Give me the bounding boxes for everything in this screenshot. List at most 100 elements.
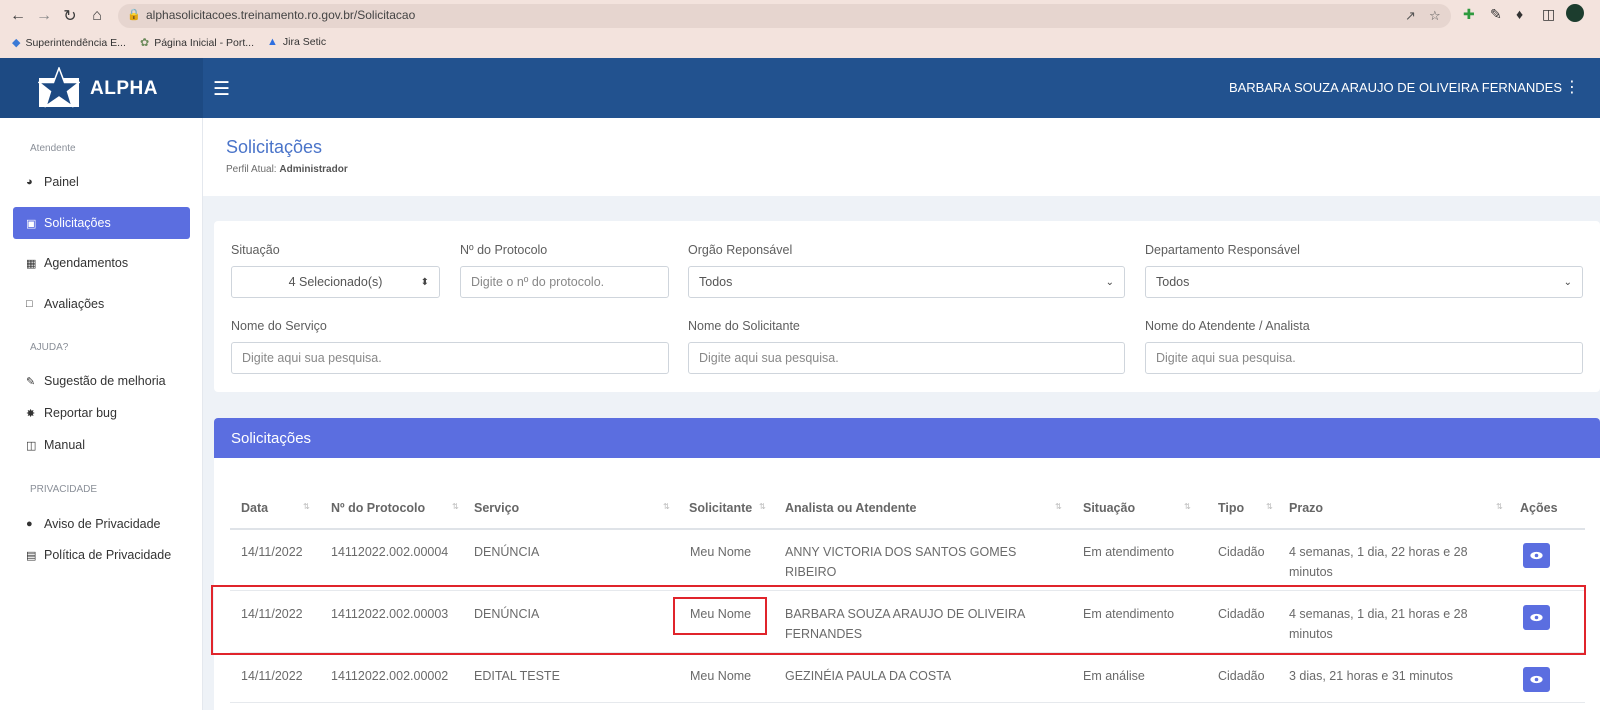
user-name[interactable]: BARBARA SOUZA ARAUJO DE OLIVEIRA FERNAND… xyxy=(1229,80,1562,95)
bookmark-star-icon[interactable]: ☆ xyxy=(1429,8,1441,24)
cell-prazo: 4 semanas, 1 dia, 22 horas e 28 minutos xyxy=(1289,545,1468,579)
filters-card: Situação 4 Selecionado(s) ⬍ Nº do Protoc… xyxy=(214,221,1600,392)
document-icon: ▤ xyxy=(26,549,37,562)
bookmark-item[interactable]: ◆ Superintendência E... xyxy=(12,36,126,50)
profile-avatar-icon[interactable] xyxy=(1566,4,1584,22)
updown-caret-icon: ⬍ xyxy=(420,276,429,288)
clipboard-icon: ▣ xyxy=(26,217,37,230)
servico-label: Nome do Serviço xyxy=(231,319,327,333)
share-icon[interactable]: ↗ xyxy=(1405,8,1416,24)
extension-plus-icon[interactable]: ✚ xyxy=(1463,6,1475,23)
more-options-icon[interactable]: ⋮ xyxy=(1564,77,1580,97)
sidebar-item-avaliacoes[interactable]: □ Avaliações xyxy=(13,288,190,320)
cell-tipo: Cidadão xyxy=(1218,669,1265,683)
sidebar-item-aviso-privacidade[interactable]: ● Aviso de Privacidade xyxy=(13,508,190,540)
highlight-row-box xyxy=(211,585,1586,655)
orgao-select[interactable]: Todos ⌄ xyxy=(688,266,1125,298)
back-icon[interactable]: ← xyxy=(6,4,30,28)
sidebar-item-politica-privacidade[interactable]: ▤ Política de Privacidade xyxy=(13,539,190,571)
sort-icon: ⇅ xyxy=(1496,502,1503,511)
current-profile: Perfil Atual: Administrador xyxy=(226,164,348,175)
sort-icon: ⇅ xyxy=(663,502,670,511)
puzzle-icon[interactable]: ♦ xyxy=(1516,6,1523,22)
view-button[interactable] xyxy=(1523,667,1550,692)
column-header-situacao[interactable]: Situação xyxy=(1083,501,1135,515)
cell-prazo: 3 dias, 21 horas e 31 minutos xyxy=(1289,669,1453,683)
servico-input[interactable]: Digite aqui sua pesquisa. xyxy=(231,342,669,374)
column-header-acoes: Ações xyxy=(1520,501,1558,515)
atendente-input[interactable]: Digite aqui sua pesquisa. xyxy=(1145,342,1583,374)
address-bar[interactable]: 🔒 alphasolicitacoes.treinamento.ro.gov.b… xyxy=(118,4,1451,28)
solicitante-label: Nome do Solicitante xyxy=(688,319,800,333)
view-button[interactable] xyxy=(1523,543,1550,568)
bookmark-item[interactable]: ✿ Página Inicial - Port... xyxy=(140,36,254,50)
bookmark-item[interactable]: ▲ Jira Setic xyxy=(267,36,326,48)
sidebar-item-sugestao[interactable]: ✎ Sugestão de melhoria xyxy=(13,365,190,397)
column-header-analista[interactable]: Analista ou Atendente xyxy=(785,501,917,515)
column-header-prazo[interactable]: Prazo xyxy=(1289,501,1323,515)
eyedropper-icon[interactable]: ✎ xyxy=(1490,6,1502,23)
dashboard-icon: ◕ xyxy=(26,176,33,188)
sidepanel-icon[interactable]: ◫ xyxy=(1542,6,1555,23)
departamento-select[interactable]: Todos ⌄ xyxy=(1145,266,1583,298)
column-header-tipo[interactable]: Tipo xyxy=(1218,501,1244,515)
portal-icon: ✿ xyxy=(140,37,150,49)
edit-icon: ✎ xyxy=(26,375,36,388)
column-header-data[interactable]: Data xyxy=(241,501,268,515)
lock-icon: 🔒 xyxy=(127,9,141,21)
home-icon[interactable]: ⌂ xyxy=(85,4,109,28)
cell-solicitante: Meu Nome xyxy=(690,669,752,683)
sidebar-item-solicitacoes[interactable]: ▣ Solicitações xyxy=(13,207,190,239)
sort-icon: ⇅ xyxy=(1184,502,1191,511)
jira-icon: ▲ xyxy=(267,36,278,48)
solicitante-input[interactable]: Digite aqui sua pesquisa. xyxy=(688,342,1125,374)
protocolo-label: Nº do Protocolo xyxy=(460,243,548,257)
highlight-cell-box xyxy=(673,597,767,635)
column-header-solicitante[interactable]: Solicitante xyxy=(689,501,752,515)
cell-solicitante: Meu Nome xyxy=(690,545,752,559)
cell-protocolo: 14112022.002.00004 xyxy=(331,545,449,559)
requests-table-card: Solicitações Data ⇅ Nº do Protocolo ⇅ Se… xyxy=(214,418,1600,710)
menu-toggle-icon[interactable]: ☰ xyxy=(213,78,230,101)
header-divider xyxy=(230,528,1585,530)
comment-icon: □ xyxy=(26,298,33,310)
sidebar: Atendente ◕ Painel ▣ Solicitações ▦ Agen… xyxy=(0,118,203,710)
cell-situacao: Em análise xyxy=(1083,669,1145,683)
app-header: ALPHA ☰ BARBARA SOUZA ARAUJO DE OLIVEIRA… xyxy=(0,58,1600,118)
sort-icon: ⇅ xyxy=(759,502,766,511)
chevron-down-icon: ⌄ xyxy=(1563,276,1572,288)
row-divider xyxy=(230,702,1585,703)
sidebar-section-title: Atendente xyxy=(30,143,76,154)
sort-icon: ⇅ xyxy=(452,502,459,511)
column-header-servico[interactable]: Serviço xyxy=(474,501,519,515)
protocolo-input[interactable]: Digite o nº do protocolo. xyxy=(460,266,669,298)
cell-analista: ANNY VICTORIA DOS SANTOS GOMES RIBEIRO xyxy=(785,545,1017,579)
column-header-protocolo[interactable]: Nº do Protocolo xyxy=(331,501,425,515)
book-icon: ◫ xyxy=(26,439,37,452)
sort-icon: ⇅ xyxy=(1055,502,1062,511)
calendar-icon: ▦ xyxy=(26,257,37,270)
cell-data: 14/11/2022 xyxy=(241,669,303,683)
browser-chrome: ← → ↻ ⌂ 🔒 alphasolicitacoes.treinamento.… xyxy=(0,0,1600,58)
reload-icon[interactable]: ↻ xyxy=(58,4,82,28)
sidebar-item-agendamentos[interactable]: ▦ Agendamentos xyxy=(13,247,190,279)
brand-logo[interactable]: ALPHA xyxy=(0,58,203,118)
page-header: Solicitações Perfil Atual: Administrador xyxy=(203,118,1600,196)
sidebar-section-title: AJUDA? xyxy=(30,342,69,353)
situacao-label: Situação xyxy=(231,243,280,257)
sidebar-item-manual[interactable]: ◫ Manual xyxy=(13,429,190,461)
forward-icon[interactable]: → xyxy=(32,4,56,28)
cell-servico: DENÚNCIA xyxy=(474,545,540,559)
page-title: Solicitações xyxy=(226,137,323,157)
cell-tipo: Cidadão xyxy=(1218,545,1265,559)
sidebar-item-reportar-bug[interactable]: ✸ Reportar bug xyxy=(13,397,190,429)
info-icon: ● xyxy=(26,518,33,530)
situacao-multiselect[interactable]: 4 Selecionado(s) ⬍ xyxy=(231,266,440,298)
cell-analista: GEZINÉIA PAULA DA COSTA xyxy=(785,669,952,683)
cell-data: 14/11/2022 xyxy=(241,545,303,559)
layers-icon: ◆ xyxy=(12,37,21,49)
sidebar-item-painel[interactable]: ◕ Painel xyxy=(13,166,190,198)
eye-icon xyxy=(1530,551,1543,560)
departamento-label: Departamento Responsável xyxy=(1145,243,1300,257)
cell-servico: EDITAL TESTE xyxy=(474,669,560,683)
